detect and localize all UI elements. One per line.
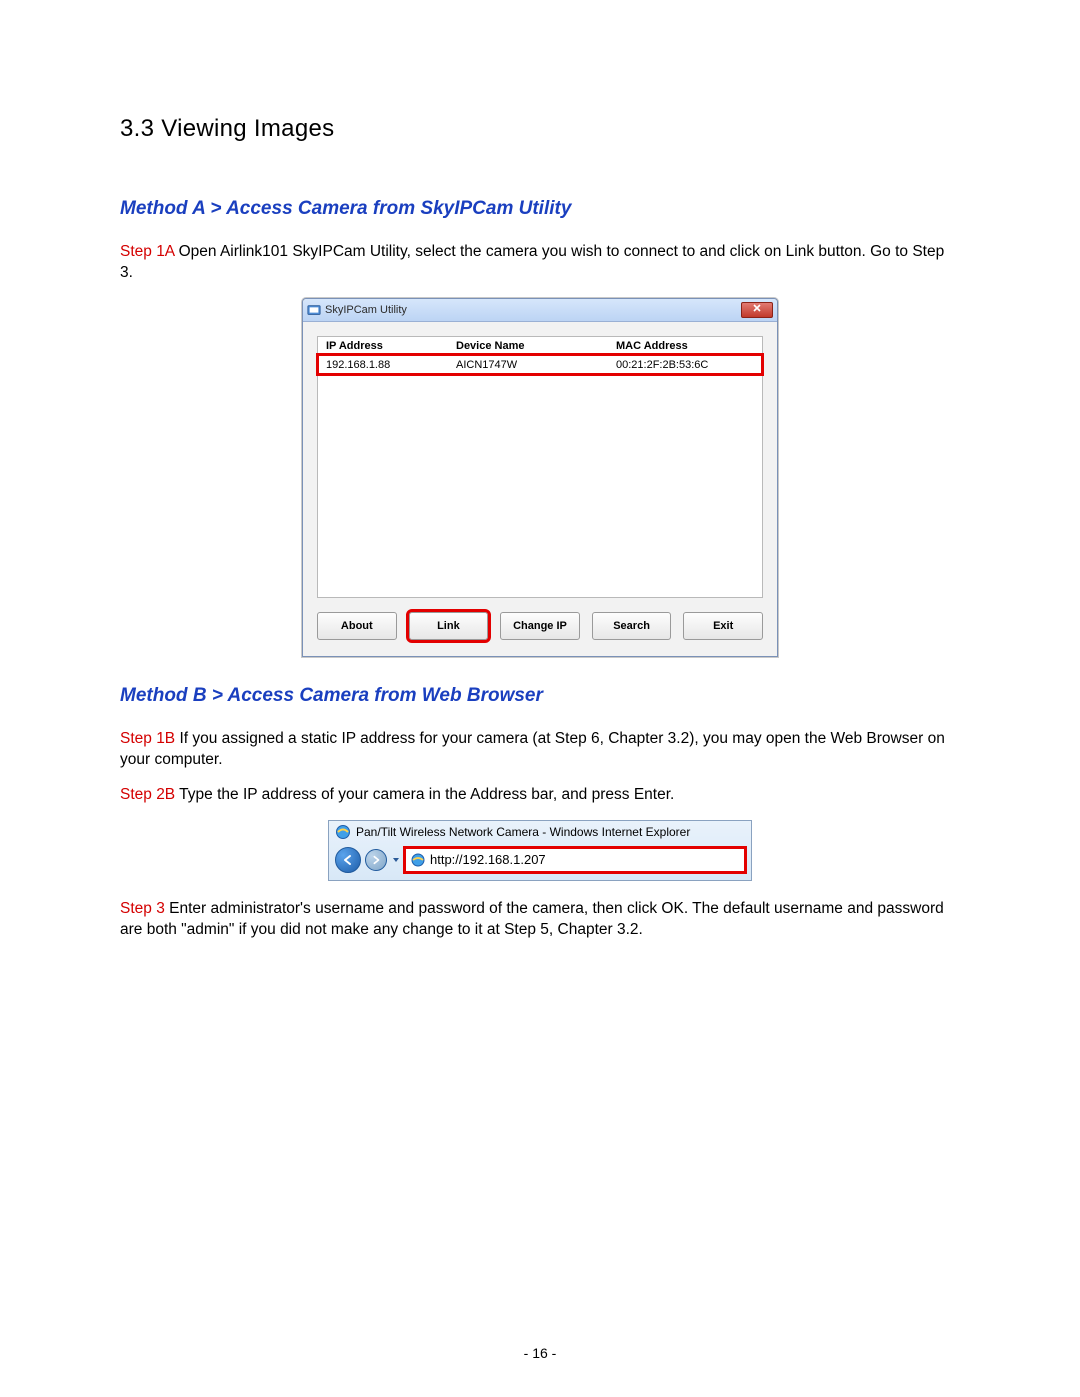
ie-icon: [335, 824, 351, 840]
method-b-heading: Method B > Access Camera from Web Browse…: [120, 685, 960, 707]
cell-device: AICN1747W: [456, 359, 616, 371]
forward-button[interactable]: [365, 849, 387, 871]
search-button[interactable]: Search: [592, 612, 672, 640]
back-button[interactable]: [335, 847, 361, 873]
button-row: About Link Change IP Search Exit: [317, 612, 763, 640]
step-1b-label: Step 1B: [120, 730, 175, 747]
step-3-label: Step 3: [120, 900, 165, 917]
about-button[interactable]: About: [317, 612, 397, 640]
step-1a-text: Open Airlink101 SkyIPCam Utility, select…: [120, 243, 944, 281]
section-heading: 3.3 Viewing Images: [120, 115, 960, 143]
step-2b-text: Type the IP address of your camera in th…: [175, 786, 674, 803]
window-title: SkyIPCam Utility: [325, 304, 407, 316]
page-icon: [410, 852, 426, 868]
step-2b-label: Step 2B: [120, 786, 175, 803]
app-icon: [307, 303, 321, 317]
step-1b: Step 1B If you assigned a static IP addr…: [120, 729, 960, 771]
list-header: IP Address Device Name MAC Address: [318, 337, 762, 355]
step-1a-label: Step 1A: [120, 243, 174, 260]
ie-title-bar: Pan/Tilt Wireless Network Camera - Windo…: [329, 821, 751, 843]
ie-window-snippet: Pan/Tilt Wireless Network Camera - Windo…: [328, 820, 752, 881]
link-button[interactable]: Link: [409, 612, 489, 640]
step-2b: Step 2B Type the IP address of your came…: [120, 785, 960, 806]
step-3-text: Enter administrator's username and passw…: [120, 900, 944, 938]
cell-ip: 192.168.1.88: [326, 359, 456, 371]
col-ip: IP Address: [326, 340, 456, 352]
address-bar[interactable]: http://192.168.1.207: [405, 848, 745, 872]
step-1a: Step 1A Open Airlink101 SkyIPCam Utility…: [120, 242, 960, 284]
col-device: Device Name: [456, 340, 616, 352]
nav-dropdown-icon[interactable]: [391, 855, 401, 865]
ie-title-text: Pan/Tilt Wireless Network Camera - Windo…: [356, 825, 690, 839]
step-1b-text: If you assigned a static IP address for …: [120, 730, 945, 768]
step-3: Step 3 Enter administrator's username an…: [120, 899, 960, 941]
client-area: IP Address Device Name MAC Address 192.1…: [303, 322, 777, 656]
change-ip-button[interactable]: Change IP: [500, 612, 580, 640]
camera-row[interactable]: 192.168.1.88 AICN1747W 00:21:2F:2B:53:6C: [318, 355, 762, 374]
cell-mac: 00:21:2F:2B:53:6C: [616, 359, 754, 371]
page-number: - 16 -: [0, 1345, 1080, 1361]
close-button[interactable]: [741, 302, 773, 318]
skyipcam-utility-window: SkyIPCam Utility IP Address Device Name …: [302, 298, 778, 657]
title-bar: SkyIPCam Utility: [303, 299, 777, 322]
ie-nav-bar: http://192.168.1.207: [329, 843, 751, 880]
address-url: http://192.168.1.207: [430, 852, 546, 867]
camera-list[interactable]: IP Address Device Name MAC Address 192.1…: [317, 336, 763, 598]
exit-button[interactable]: Exit: [683, 612, 763, 640]
col-mac: MAC Address: [616, 340, 754, 352]
method-a-heading: Method A > Access Camera from SkyIPCam U…: [120, 198, 960, 220]
